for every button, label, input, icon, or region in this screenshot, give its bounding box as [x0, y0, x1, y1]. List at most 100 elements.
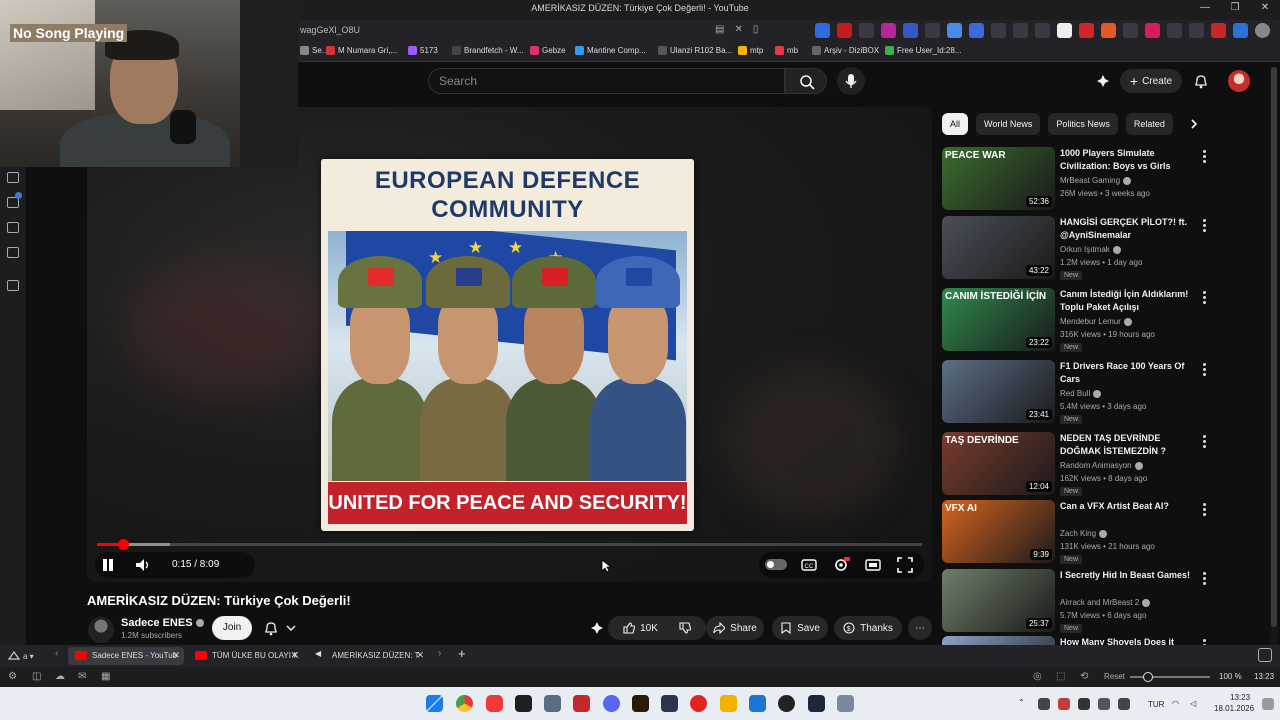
- shield-icon[interactable]: [859, 23, 874, 38]
- record-icon[interactable]: [690, 695, 707, 712]
- capture-icon[interactable]: ◎: [1033, 671, 1042, 682]
- windows-start-icon[interactable]: [426, 695, 443, 712]
- panel-icon[interactable]: [7, 172, 19, 183]
- sparkle-icon[interactable]: [590, 621, 604, 635]
- recommended-video[interactable]: 43:22 HANGİSİ GERÇEK PİLOT?! ft. @AyniSin…: [942, 216, 1267, 282]
- extension-icon[interactable]: [1101, 23, 1116, 38]
- bookmark-item[interactable]: M Numara Gri,...: [326, 46, 397, 55]
- extension-icon[interactable]: [1079, 23, 1094, 38]
- discord-icon[interactable]: [603, 695, 620, 712]
- bookmark-item[interactable]: 5173: [408, 46, 438, 55]
- bookmark-item[interactable]: mtp: [738, 46, 763, 55]
- bookmark-item[interactable]: Free User_Id:28...: [885, 46, 961, 55]
- app-icon[interactable]: [661, 695, 678, 712]
- filter-chip[interactable]: Related: [1125, 113, 1173, 135]
- tray-icon[interactable]: [1038, 698, 1050, 710]
- more-options-icon[interactable]: [1203, 503, 1207, 517]
- workspace-icon[interactable]: a ▾: [8, 650, 38, 662]
- profile-avatar[interactable]: [1255, 23, 1270, 38]
- bookmark-item[interactable]: Brandfetch - W...: [452, 46, 524, 55]
- page-actions-icon[interactable]: ⟲: [1080, 671, 1088, 682]
- translate-icon[interactable]: ✕: [734, 24, 742, 35]
- recommended-channel[interactable]: Zach King: [1060, 529, 1108, 538]
- extension-icon[interactable]: [947, 23, 962, 38]
- close-tab-icon[interactable]: ✕: [416, 650, 424, 661]
- more-options-icon[interactable]: [1203, 219, 1207, 233]
- tab-menu-icon[interactable]: [1258, 648, 1272, 662]
- more-options-icon[interactable]: [1203, 150, 1207, 164]
- zoom-reset-button[interactable]: Reset: [1104, 672, 1125, 681]
- video-thumbnail[interactable]: VFX AI 9:39: [942, 500, 1055, 563]
- mail-icon[interactable]: [7, 247, 19, 258]
- extension-icon[interactable]: [903, 23, 918, 38]
- recommended-video[interactable]: VFX AI 9:39 Can a VFX Artist Beat AI? Zach …: [942, 500, 1267, 566]
- recommended-video[interactable]: 25:37 I Secretly Hid In Beast Games! Airra…: [942, 569, 1267, 635]
- captions-icon[interactable]: CC: [800, 556, 818, 574]
- bookmark-item[interactable]: mb: [775, 46, 798, 55]
- theater-mode-icon[interactable]: [864, 556, 882, 574]
- tiling-icon[interactable]: ◫: [32, 671, 41, 682]
- bookmark-item[interactable]: Mantine Comp...: [575, 46, 646, 55]
- create-button[interactable]: + Create: [1120, 69, 1182, 93]
- tray-icon[interactable]: [1118, 698, 1130, 710]
- recommended-video[interactable]: How Many Shovels Does it Take: [942, 636, 1267, 645]
- app-icon[interactable]: [544, 695, 561, 712]
- recommended-channel[interactable]: Orkun Işıtmak: [1060, 245, 1121, 254]
- recommended-channel[interactable]: Mendebur Lemur: [1060, 317, 1132, 326]
- extension-icon[interactable]: [837, 23, 852, 38]
- terminal-icon[interactable]: [515, 695, 532, 712]
- close-icon[interactable]: ✕: [1250, 2, 1280, 13]
- settings-gear-icon[interactable]: [832, 556, 850, 574]
- microphone-icon[interactable]: [1145, 23, 1160, 38]
- maximize-icon[interactable]: ❐: [1220, 2, 1250, 13]
- tray-icon[interactable]: [1058, 698, 1070, 710]
- join-button[interactable]: Join: [212, 616, 252, 640]
- bookmark-item[interactable]: Gebze: [530, 46, 566, 55]
- settings-gear-icon[interactable]: ⚙: [8, 671, 17, 682]
- extension-icon[interactable]: [1189, 23, 1204, 38]
- recommended-channel[interactable]: Airrack and MrBeast 2: [1060, 598, 1151, 607]
- extension-icon[interactable]: [1233, 23, 1248, 38]
- account-avatar[interactable]: [1228, 70, 1250, 92]
- file-explorer-icon[interactable]: [720, 695, 737, 712]
- volume-icon[interactable]: [133, 556, 151, 574]
- close-tab-icon[interactable]: ✕: [290, 650, 298, 661]
- recommended-channel[interactable]: Random Animasyon: [1060, 461, 1143, 470]
- tray-icon[interactable]: [1078, 698, 1090, 710]
- extension-icon[interactable]: [881, 23, 896, 38]
- obs-icon[interactable]: [778, 695, 795, 712]
- cloud-icon[interactable]: ☁: [55, 671, 65, 682]
- scrubber-handle[interactable]: [117, 539, 129, 550]
- chrome-icon[interactable]: [456, 695, 473, 712]
- input-language[interactable]: TUR: [1148, 700, 1164, 709]
- fullscreen-icon[interactable]: [896, 556, 914, 574]
- save-button[interactable]: Save: [772, 616, 828, 640]
- clock-date[interactable]: 18.01.2026: [1214, 704, 1254, 713]
- extension-icon[interactable]: [969, 23, 984, 38]
- close-tab-icon[interactable]: ✕: [172, 650, 180, 661]
- extension-icon[interactable]: [1167, 23, 1182, 38]
- zoom-slider-handle[interactable]: [1143, 672, 1153, 682]
- recommended-video-title[interactable]: F1 Drivers Race 100 Years Of Cars: [1060, 360, 1195, 386]
- recommended-video-title[interactable]: I Secretly Hid In Beast Games!: [1060, 569, 1195, 582]
- filter-chip[interactable]: Politics News: [1048, 113, 1118, 135]
- recommended-channel[interactable]: MrBeast Gaming: [1060, 176, 1132, 185]
- channel-name[interactable]: Red Bull: [1060, 389, 1090, 398]
- extension-icon[interactable]: [1211, 23, 1226, 38]
- channel-name-row[interactable]: Sadece ENES: [121, 617, 204, 629]
- video-thumbnail[interactable]: 25:37: [942, 569, 1055, 632]
- recommended-video-title[interactable]: Can a VFX Artist Beat AI?: [1060, 500, 1195, 513]
- extension-icon[interactable]: [815, 23, 830, 38]
- url-field[interactable]: wagGeXl_O8U: [300, 25, 360, 35]
- pause-icon[interactable]: [99, 556, 117, 574]
- reader-mode-icon[interactable]: ▤: [715, 24, 724, 35]
- channel-name[interactable]: Zach King: [1060, 529, 1096, 538]
- more-actions-button[interactable]: ⋯: [908, 616, 932, 640]
- chevron-right-icon[interactable]: [1187, 117, 1201, 131]
- extension-icon[interactable]: [1123, 23, 1138, 38]
- clock-time[interactable]: 13:23: [1230, 693, 1250, 702]
- bookmark-icon[interactable]: ▯: [753, 24, 759, 35]
- like-button[interactable]: 10K: [623, 622, 658, 634]
- more-options-icon[interactable]: [1203, 291, 1207, 305]
- add-panel-icon[interactable]: [7, 280, 19, 291]
